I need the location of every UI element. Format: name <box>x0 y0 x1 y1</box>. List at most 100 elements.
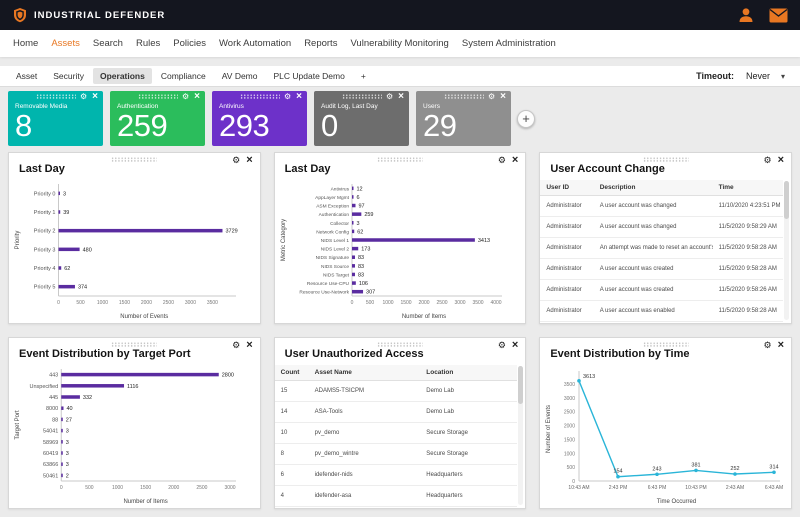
panel-unauthorized-access: ⚙ × User Unauthorized Access Count Asset… <box>274 337 527 509</box>
dashboard-tab[interactable]: Operations <box>93 68 152 84</box>
drag-handle-icon[interactable] <box>342 94 382 99</box>
kpi-actions: ⚙ × <box>284 92 302 102</box>
panel-actions: ⚙ × <box>498 155 519 166</box>
cell-asset-name: ADAMS5-TSICPM <box>309 381 421 402</box>
drag-handle-icon[interactable] <box>377 342 423 347</box>
nav-item[interactable]: Assets <box>51 38 80 49</box>
column-header-user-id[interactable]: User ID <box>540 180 593 196</box>
svg-text:Priority 5: Priority 5 <box>34 285 56 291</box>
timeout-value: Never <box>746 71 770 81</box>
nav-item[interactable]: Reports <box>304 38 337 49</box>
drag-handle-icon[interactable] <box>111 157 157 162</box>
cell-count: 10 <box>275 423 309 444</box>
svg-text:2:43 AM: 2:43 AM <box>726 485 744 491</box>
column-header-location[interactable]: Location <box>420 365 517 381</box>
svg-text:Antivirus: Antivirus <box>330 186 349 192</box>
table-scrollbar[interactable] <box>518 366 523 505</box>
nav-item[interactable]: Work Automation <box>219 38 291 49</box>
table-row: 8 pv_demo_wintre Secure Storage <box>275 444 518 465</box>
drag-handle-icon[interactable] <box>240 94 280 99</box>
close-icon[interactable]: × <box>778 155 784 166</box>
dashboard-tab[interactable]: AV Demo <box>215 68 265 84</box>
drag-handle-icon[interactable] <box>138 94 178 99</box>
cell-user-id: Administrator <box>540 259 593 280</box>
gear-icon[interactable]: ⚙ <box>284 93 291 101</box>
svg-text:Priority 1: Priority 1 <box>34 210 56 216</box>
svg-text:0: 0 <box>57 300 60 306</box>
gear-icon[interactable]: ⚙ <box>80 93 87 101</box>
kpi-row: ⚙ × Removable Media 8 ⚙ × Authentication… <box>0 87 800 150</box>
drag-handle-icon[interactable] <box>111 342 157 347</box>
svg-text:Priority 3: Priority 3 <box>34 247 56 253</box>
cell-location: Secure Storage <box>420 444 517 465</box>
scrollbar-thumb[interactable] <box>784 181 789 219</box>
close-icon[interactable]: × <box>512 340 518 351</box>
dashboard-tab[interactable]: Asset <box>9 68 44 84</box>
close-icon[interactable]: × <box>194 92 200 102</box>
timeout-select[interactable]: Never ▾ <box>740 69 791 83</box>
gear-icon[interactable]: ⚙ <box>386 93 393 101</box>
close-icon[interactable]: × <box>92 92 98 102</box>
drag-handle-icon[interactable] <box>643 342 689 347</box>
add-widget-button[interactable]: + <box>517 110 535 128</box>
dashboard-tab[interactable]: Security <box>46 68 91 84</box>
nav-item[interactable]: Policies <box>173 38 206 49</box>
cell-user-id: Administrator <box>540 238 593 259</box>
svg-text:54041: 54041 <box>43 429 58 435</box>
user-account-change-table: User ID Description Time Administrator A… <box>540 180 783 322</box>
user-profile-icon[interactable] <box>737 6 755 24</box>
close-icon[interactable]: × <box>246 340 252 351</box>
table-row: Administrator A user account was enabled… <box>540 301 783 322</box>
close-icon[interactable]: × <box>398 92 404 102</box>
gear-icon[interactable]: ⚙ <box>498 156 506 165</box>
table-row: 4 idefender-asa Headquarters <box>275 486 518 507</box>
svg-text:12: 12 <box>356 186 362 192</box>
column-header-asset-name[interactable]: Asset Name <box>309 365 421 381</box>
close-icon[interactable]: × <box>778 340 784 351</box>
column-header-time[interactable]: Time <box>713 180 783 196</box>
panel-actions: ⚙ × <box>232 340 253 351</box>
mail-icon[interactable] <box>769 8 788 23</box>
close-icon[interactable]: × <box>500 92 506 102</box>
drag-handle-icon[interactable] <box>643 157 689 162</box>
gear-icon[interactable]: ⚙ <box>232 341 240 350</box>
svg-text:10:43 PM: 10:43 PM <box>686 485 707 491</box>
close-icon[interactable]: × <box>246 155 252 166</box>
gear-icon[interactable]: ⚙ <box>488 93 495 101</box>
column-header-description[interactable]: Description <box>594 180 713 196</box>
kpi-list: ⚙ × Removable Media 8 ⚙ × Authentication… <box>8 91 511 146</box>
column-header-count[interactable]: Count <box>275 365 309 381</box>
gear-icon[interactable]: ⚙ <box>763 156 771 165</box>
close-icon[interactable]: × <box>296 92 302 102</box>
gear-icon[interactable]: ⚙ <box>232 156 240 165</box>
nav-item[interactable]: Rules <box>136 38 160 49</box>
svg-text:2500: 2500 <box>564 410 575 416</box>
drag-handle-icon[interactable] <box>444 94 484 99</box>
svg-text:106: 106 <box>358 281 367 287</box>
dashboard-tab[interactable]: + <box>354 68 373 84</box>
dashboard-tab[interactable]: PLC Update Demo <box>267 68 352 84</box>
gear-icon[interactable]: ⚙ <box>182 93 189 101</box>
close-icon[interactable]: × <box>512 155 518 166</box>
dashboard-grid: ⚙ × Last Day Priority 03Priority 139Prio… <box>0 150 800 517</box>
drag-handle-icon[interactable] <box>377 157 423 162</box>
drag-handle-icon[interactable] <box>36 94 76 99</box>
svg-text:Priority 2: Priority 2 <box>34 229 56 235</box>
nav-item[interactable]: System Administration <box>462 38 556 49</box>
svg-text:NIDS Source: NIDS Source <box>321 264 349 270</box>
svg-text:83: 83 <box>358 255 364 261</box>
svg-text:1116: 1116 <box>127 384 138 390</box>
svg-text:Target Port: Target Port <box>15 410 21 440</box>
gear-icon[interactable]: ⚙ <box>498 341 506 350</box>
scrollbar-thumb[interactable] <box>518 366 523 404</box>
svg-text:Priority 0: Priority 0 <box>34 191 56 197</box>
cell-asset-name: idefender-asa <box>309 486 421 507</box>
svg-text:Network Config: Network Config <box>316 229 349 235</box>
dashboard-tab[interactable]: Compliance <box>154 68 213 84</box>
table-scrollbar[interactable] <box>784 181 789 320</box>
gear-icon[interactable]: ⚙ <box>763 341 771 350</box>
nav-item[interactable]: Vulnerability Monitoring <box>350 38 448 49</box>
nav-item[interactable]: Home <box>13 38 38 49</box>
nav-item[interactable]: Search <box>93 38 123 49</box>
brand-name: INDUSTRIAL DEFENDER <box>34 10 165 21</box>
